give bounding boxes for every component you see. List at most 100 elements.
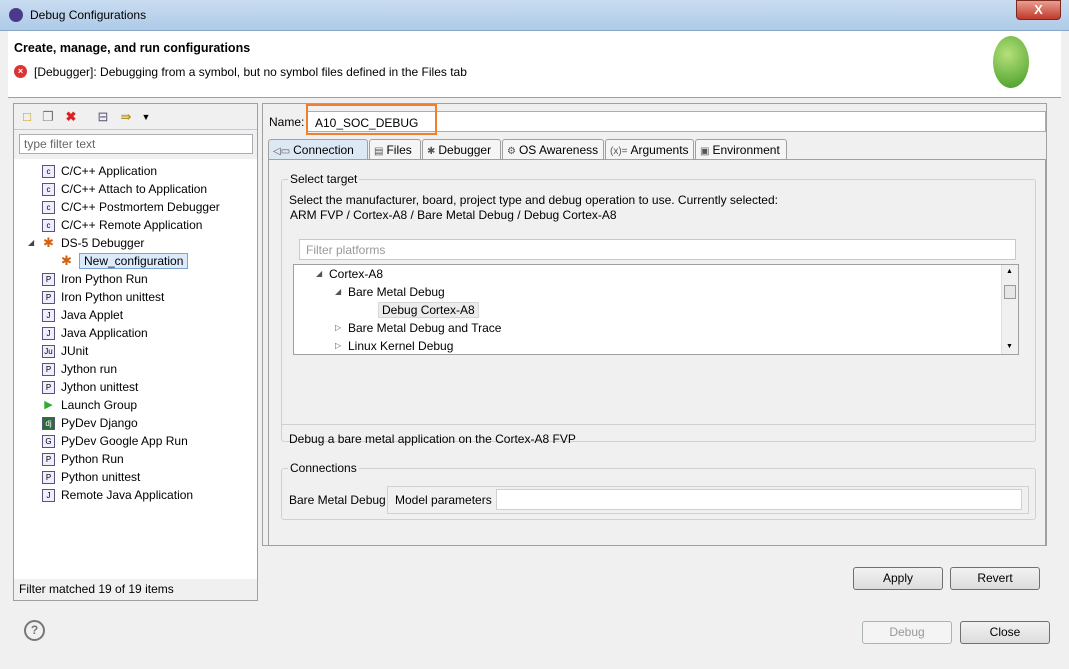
python-icon: P [42, 291, 55, 305]
select-target-desc: Select the manufacturer, board, project … [289, 193, 778, 207]
python-icon: P [42, 273, 55, 287]
bug-icon: ✱ [43, 235, 54, 251]
tree-item-label: Iron Python unittest [61, 290, 165, 304]
configuration-editor: Name: A10_SOC_DEBUG ◁▭ Connection ▤ Files ✱ D… [262, 103, 1047, 546]
target-info: Debug a bare metal application on the Co… [289, 432, 576, 446]
tab-files[interactable]: ▤ Files [369, 139, 421, 160]
tree-item[interactable]: Ju JUnit [42, 342, 88, 360]
tab-environment[interactable]: ▣ Environment [695, 139, 787, 160]
apply-button[interactable]: Apply [853, 567, 943, 590]
tree-item[interactable]: c C/C++ Application [42, 162, 157, 180]
c-app-icon: c [42, 165, 55, 179]
tree-item[interactable]: P Jython run [42, 360, 117, 378]
window-title: Debug Configurations [30, 8, 147, 22]
tree-item[interactable]: P Python Run [42, 450, 124, 468]
tree-item-label: Jython unittest [61, 380, 139, 394]
tab-arguments[interactable]: (x)= Arguments [605, 139, 694, 160]
c-app-icon: c [42, 219, 55, 233]
tree-item-label: C/C++ Application [61, 164, 158, 178]
tab-debugger[interactable]: ✱ Debugger [422, 139, 501, 160]
filter-icon[interactable]: ⇛ [118, 109, 134, 125]
eclipse-icon [9, 8, 23, 22]
connections-group: Connections Bare Metal Debug Model param… [281, 461, 1036, 520]
tree-item[interactable]: c C/C++ Postmortem Debugger [42, 198, 220, 216]
new-config-icon[interactable]: □ [19, 109, 35, 125]
google-app-icon: G [42, 435, 55, 449]
tree-item[interactable]: P Iron Python unittest [42, 288, 164, 306]
name-highlight [306, 104, 437, 135]
tree-item-label: C/C++ Postmortem Debugger [61, 200, 220, 214]
tree-item[interactable]: J Java Applet [42, 306, 123, 324]
expand-icon[interactable]: ◢ [335, 283, 341, 301]
platform-tree-item[interactable]: ▷ Bare Metal Debug and Trace [335, 319, 502, 337]
platform-tree-item[interactable]: ▷ Linux Kernel Debug [335, 337, 454, 354]
model-params-input[interactable] [496, 489, 1022, 510]
python-icon: P [42, 381, 55, 395]
tree-item[interactable]: ✱ New_configuration [60, 252, 189, 270]
bug-icon: ✱ [61, 253, 72, 269]
java-icon: J [42, 309, 55, 323]
tree-item[interactable]: ◢ ✱ DS-5 Debugger [28, 234, 144, 252]
expand-icon[interactable]: ▷ [335, 337, 341, 354]
tree-item[interactable]: ▶ Launch Group [42, 396, 137, 414]
expand-icon[interactable]: ◢ [316, 265, 322, 283]
junit-icon: Ju [42, 345, 55, 359]
revert-button[interactable]: Revert [950, 567, 1040, 590]
filter-platforms-input[interactable]: Filter platforms [299, 239, 1016, 260]
error-message: [Debugger]: Debugging from a symbol, but… [34, 65, 467, 79]
title-bar: Debug Configurations X [0, 0, 1069, 31]
tree-item-label: Iron Python Run [61, 272, 148, 286]
platform-tree-label: Bare Metal Debug and Trace [348, 321, 502, 335]
tree-item[interactable]: G PyDev Google App Run [42, 432, 188, 450]
tree-item[interactable]: P Jython unittest [42, 378, 138, 396]
configuration-list-panel: □ ❐ ✖ ⊟ ⇛ ▼ type filter text c C/C++ Appl… [13, 103, 258, 601]
delete-icon[interactable]: ✖ [63, 109, 79, 125]
expand-icon[interactable]: ◢ [28, 234, 34, 252]
debug-button[interactable]: Debug [862, 621, 952, 644]
connection-tab-panel: Select target Select the manufacturer, b… [268, 159, 1046, 546]
select-target-label: Select target [288, 172, 360, 186]
tree-item-label: Launch Group [61, 398, 138, 412]
vertical-scrollbar[interactable]: ▲ ▼ [1001, 265, 1018, 354]
close-button[interactable]: Close [960, 621, 1050, 644]
tree-item-label: Python unittest [61, 470, 141, 484]
help-icon[interactable]: ? [24, 620, 45, 641]
dialog-header: Create, manage, and run configurations ×… [8, 31, 1061, 98]
tree-item[interactable]: J Remote Java Application [42, 486, 193, 504]
platform-tree-label: Linux Kernel Debug [348, 339, 454, 353]
window-close-button[interactable]: X [1016, 0, 1061, 20]
tree-item-label: PyDev Google App Run [61, 434, 188, 448]
chevron-down-icon[interactable]: ▼ [138, 109, 154, 125]
tab-label: Debugger [438, 143, 492, 157]
c-app-icon: c [42, 201, 55, 215]
platform-tree-item[interactable]: ◢ Cortex-A8 [316, 265, 383, 283]
collapse-all-icon[interactable]: ⊟ [95, 109, 111, 125]
tree-item[interactable]: c C/C++ Remote Application [42, 216, 202, 234]
tree-item[interactable]: J Java Application [42, 324, 148, 342]
duplicate-icon[interactable]: ❐ [40, 109, 56, 125]
current-selection: ARM FVP / Cortex-A8 / Bare Metal Debug /… [290, 208, 617, 222]
tab-icon: ⚙ [507, 146, 516, 157]
c-app-icon: c [42, 183, 55, 197]
filter-input[interactable]: type filter text [19, 134, 253, 154]
tab-connection[interactable]: ◁▭ Connection [268, 139, 368, 161]
config-toolbar: □ ❐ ✖ ⊟ ⇛ ▼ [14, 104, 257, 130]
select-target-group: Select target Select the manufacturer, b… [281, 172, 1036, 446]
tree-item[interactable]: dj PyDev Django [42, 414, 138, 432]
tree-item-label: Python Run [61, 452, 124, 466]
tree-item[interactable]: P Python unittest [42, 468, 140, 486]
expand-icon[interactable]: ▷ [335, 319, 341, 337]
python-icon: P [42, 471, 55, 485]
tab-os-awareness[interactable]: ⚙ OS Awareness [502, 139, 604, 160]
python-icon: P [42, 363, 55, 377]
platform-tree-item[interactable]: ◢ Bare Metal Debug [335, 283, 445, 301]
tab-icon: (x)= [610, 146, 628, 157]
tree-item[interactable]: P Iron Python Run [42, 270, 148, 288]
tree-item[interactable]: c C/C++ Attach to Application [42, 180, 207, 198]
filter-status: Filter matched 19 of 19 items [19, 582, 174, 596]
model-params-box: Model parameters [387, 486, 1029, 514]
platform-tree-item[interactable]: Debug Cortex-A8 [378, 301, 479, 319]
model-params-label: Model parameters [395, 493, 492, 507]
header-title: Create, manage, and run configurations [14, 41, 251, 55]
platform-tree[interactable]: ◢ Cortex-A8 ◢ Bare Metal Debug Debug Cortex-… [293, 264, 1019, 355]
